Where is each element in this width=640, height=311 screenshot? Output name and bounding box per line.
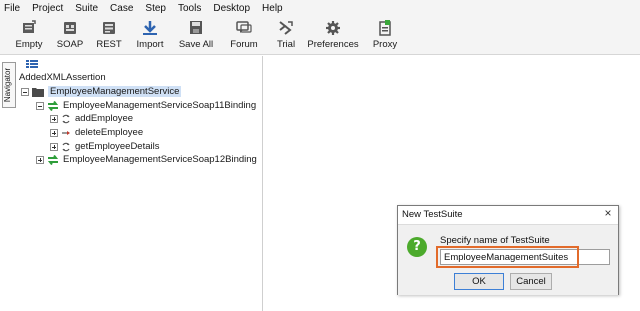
new-testsuite-dialog: New TestSuite × ? Specify name of TestSu… — [397, 205, 619, 295]
soap-button[interactable]: SOAP — [55, 19, 85, 53]
tree-item-binding-soap11[interactable]: EmployeeManagementServiceSoap11Binding — [36, 99, 256, 112]
tree-item-binding-soap12[interactable]: EmployeeManagementServiceSoap12Binding — [36, 153, 257, 166]
navigator-tab-label: Navigator — [3, 67, 12, 103]
operation-label: getEmployeeDetails — [75, 141, 160, 152]
tree-item-operation[interactable]: addEmployee — [50, 112, 133, 125]
import-button[interactable]: Import — [134, 19, 166, 53]
forum-button[interactable]: Forum — [228, 19, 260, 53]
one-way-operation-icon — [61, 128, 71, 138]
preferences-button[interactable]: Preferences — [307, 19, 359, 53]
menu-desktop[interactable]: Desktop — [207, 0, 256, 17]
interface-icon — [47, 100, 59, 111]
import-icon — [140, 19, 160, 37]
menu-case[interactable]: Case — [104, 0, 139, 17]
tree-item-operation[interactable]: getEmployeeDetails — [50, 140, 160, 153]
operation-label: deleteEmployee — [75, 127, 144, 138]
save-all-label: Save All — [178, 39, 214, 50]
operation-label: addEmployee — [75, 113, 134, 124]
menu-tools[interactable]: Tools — [172, 0, 207, 17]
trial-icon — [276, 19, 296, 37]
proxy-button[interactable]: Proxy — [372, 19, 398, 53]
folder-icon — [32, 87, 44, 97]
collapse-toggle[interactable] — [36, 101, 44, 110]
soap-icon — [60, 19, 80, 37]
import-label: Import — [136, 39, 164, 50]
trial-button[interactable]: Trial — [273, 19, 299, 53]
preferences-icon — [323, 19, 343, 37]
expand-toggle[interactable] — [50, 142, 58, 151]
tree-root-label: AddedXMLAssertion — [19, 72, 106, 83]
menu-file[interactable]: File — [0, 0, 26, 17]
navigator-tab[interactable]: Navigator — [2, 62, 16, 108]
service-label: EmployeeManagementService — [48, 86, 182, 97]
soap-label: SOAP — [56, 39, 84, 50]
operation-icon — [61, 142, 71, 152]
rest-icon — [99, 19, 119, 37]
menu-suite[interactable]: Suite — [69, 0, 104, 17]
proxy-icon — [375, 19, 395, 37]
interface-icon — [47, 154, 59, 165]
forum-icon — [234, 19, 254, 37]
save-all-icon — [186, 19, 206, 37]
preferences-label: Preferences — [307, 39, 359, 50]
expand-toggle[interactable] — [50, 114, 58, 123]
toolbar: Empty SOAP REST Import Save All Forum Tr… — [0, 17, 640, 55]
empty-button[interactable]: Empty — [14, 19, 44, 53]
binding-soap11-label: EmployeeManagementServiceSoap11Binding — [63, 100, 257, 111]
question-icon: ? — [407, 237, 427, 257]
menu-bar: File Project Suite Case Step Tools Deskt… — [0, 0, 640, 17]
input-highlight — [436, 246, 579, 268]
rest-button[interactable]: REST — [94, 19, 124, 53]
collapse-all-icon[interactable] — [26, 60, 38, 71]
close-icon[interactable]: × — [602, 207, 614, 219]
operation-icon — [61, 114, 71, 124]
expand-toggle[interactable] — [50, 128, 58, 137]
menu-help[interactable]: Help — [256, 0, 289, 17]
proxy-label: Proxy — [372, 39, 398, 50]
save-all-button[interactable]: Save All — [178, 19, 214, 53]
dialog-prompt: Specify name of TestSuite — [440, 235, 550, 246]
expand-toggle[interactable] — [36, 155, 44, 164]
dialog-title: New TestSuite — [402, 209, 463, 220]
new-project-icon — [19, 19, 39, 37]
forum-label: Forum — [230, 39, 258, 50]
ok-button[interactable]: OK — [454, 273, 504, 290]
tree-item-service[interactable]: EmployeeManagementService — [21, 85, 182, 98]
menu-step[interactable]: Step — [139, 0, 172, 17]
rest-label: REST — [96, 39, 122, 50]
collapse-toggle[interactable] — [21, 87, 29, 96]
trial-label: Trial — [276, 39, 296, 50]
tree-item-operation[interactable]: deleteEmployee — [50, 126, 143, 139]
empty-label: Empty — [15, 39, 43, 50]
binding-soap12-label: EmployeeManagementServiceSoap12Binding — [63, 154, 257, 165]
dialog-body: ? Specify name of TestSuite OK Cancel — [398, 224, 618, 295]
menu-project[interactable]: Project — [26, 0, 69, 17]
cancel-button[interactable]: Cancel — [510, 273, 552, 290]
